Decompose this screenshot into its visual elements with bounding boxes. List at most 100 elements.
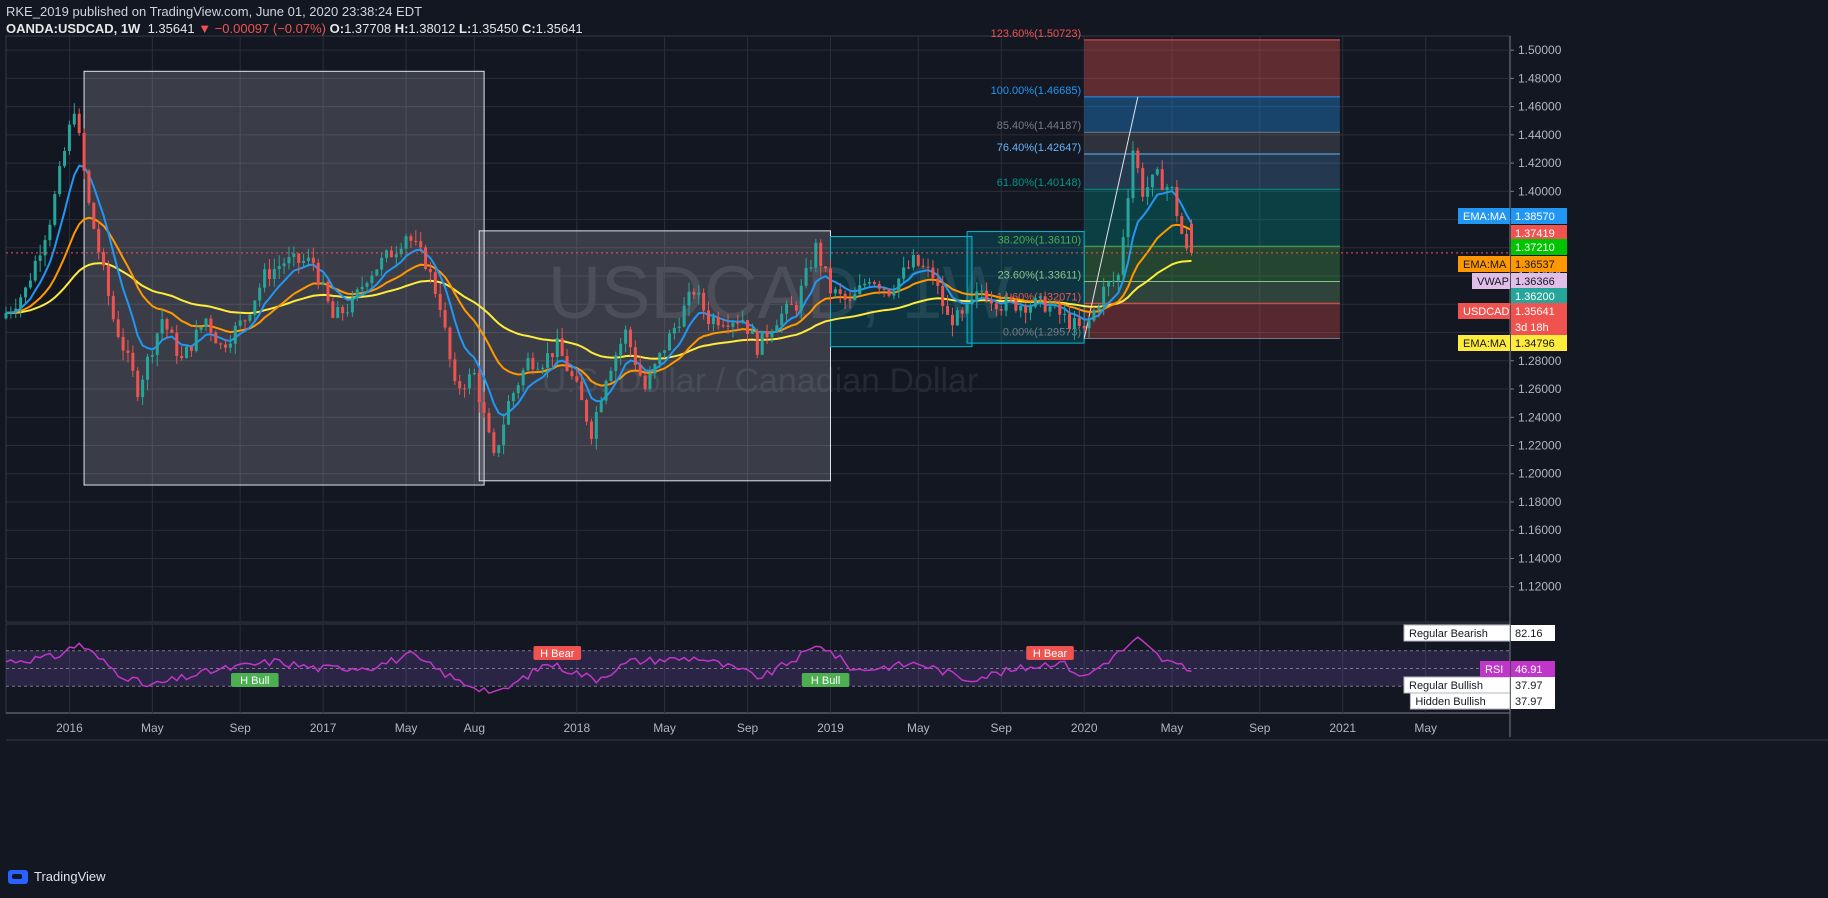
- candle-body: [907, 267, 911, 269]
- author-name[interactable]: RKE_2019: [6, 4, 69, 19]
- candle-body: [102, 252, 106, 266]
- candle-body: [916, 254, 920, 266]
- price-tag-value: 1.36200: [1515, 291, 1555, 303]
- candle-body: [1126, 198, 1130, 238]
- candle-body: [692, 291, 696, 295]
- candle-body: [1004, 297, 1008, 311]
- candle-body: [106, 265, 110, 296]
- candle-body: [321, 281, 325, 284]
- high-value: 1.38012: [408, 21, 456, 36]
- candle-body: [448, 327, 452, 360]
- candle-body: [1097, 306, 1101, 311]
- candle-body: [1072, 318, 1076, 329]
- candle-body: [360, 286, 364, 290]
- candle-body: [575, 376, 579, 382]
- divergence-label-text: H Bear: [540, 648, 575, 660]
- candle-body: [219, 343, 223, 345]
- candle-body: [458, 381, 462, 389]
- price-tag-label: EMA:MA: [1463, 259, 1507, 271]
- time-tick-label: 2018: [563, 721, 590, 735]
- candle-body: [555, 338, 559, 357]
- candle-body: [536, 369, 540, 371]
- candle-body: [624, 329, 628, 344]
- candle-body: [341, 307, 345, 314]
- candle-body: [1063, 313, 1067, 315]
- candle-body: [726, 325, 730, 327]
- price-tick-label: 1.46000: [1518, 100, 1562, 114]
- time-tick-label: Sep: [1249, 721, 1271, 735]
- price-tag-value: 1.36537: [1515, 259, 1555, 271]
- candle-body: [985, 290, 989, 301]
- candle-body: [711, 316, 715, 325]
- candle-body: [72, 113, 76, 125]
- candle-body: [750, 330, 754, 335]
- candle-body: [302, 260, 306, 263]
- candle-body: [541, 367, 545, 370]
- candle-body: [1185, 233, 1189, 249]
- symbol-label[interactable]: OANDA:USDCAD, 1W: [6, 21, 140, 36]
- tradingview-logo[interactable]: TradingView: [8, 869, 106, 884]
- candle-body: [1136, 150, 1140, 169]
- candle-body: [814, 242, 818, 268]
- candle-body: [150, 355, 154, 357]
- candle-body: [438, 293, 442, 311]
- candle-body: [828, 268, 832, 294]
- candle-body: [1068, 313, 1072, 329]
- candle-body: [467, 374, 471, 389]
- candle-body: [1160, 169, 1164, 191]
- candle-body: [780, 313, 784, 326]
- fib-band: [1084, 303, 1340, 339]
- candle-body: [736, 322, 740, 324]
- candle-body: [887, 289, 891, 296]
- price-tag-value: 1.36366: [1515, 276, 1555, 288]
- candle-body: [160, 319, 164, 334]
- divergence-label-text: H Bull: [811, 675, 840, 687]
- candle-body: [609, 370, 613, 381]
- close-value: 1.35641: [535, 21, 583, 36]
- candle-body: [453, 359, 457, 382]
- candle-body: [677, 326, 681, 328]
- candle-body: [794, 305, 798, 311]
- candle-body: [1014, 299, 1018, 311]
- candle-body: [999, 309, 1003, 311]
- time-tick-label: Sep: [229, 721, 251, 735]
- candle-body: [433, 272, 437, 294]
- candle-body: [292, 253, 296, 258]
- candle-body: [921, 265, 925, 267]
- candle-body: [565, 356, 569, 372]
- close-label: C:: [521, 21, 536, 36]
- candle-body: [131, 352, 135, 371]
- candle-body: [663, 350, 667, 353]
- box-drawing: [83, 70, 485, 486]
- price-change: ▼ −0.00097 (−0.07%): [198, 21, 326, 36]
- candle-body: [53, 194, 57, 225]
- candle-body: [848, 299, 852, 301]
- candle-body: [1053, 304, 1057, 307]
- candle-body: [1024, 306, 1028, 313]
- box-drawing: [478, 230, 831, 482]
- divergence-label-text: H Bear: [1033, 648, 1068, 660]
- candle-body: [1116, 274, 1120, 281]
- candle-body: [287, 257, 291, 264]
- candle-body: [414, 240, 418, 242]
- candle-body: [863, 283, 867, 286]
- price-chart[interactable]: 1.50000 1.48000 1.46000 1.44000 1.42000 1.400…: [0, 0, 1828, 898]
- time-tick-label: 2021: [1329, 721, 1356, 735]
- candle-body: [965, 304, 969, 314]
- candle-body: [472, 373, 476, 375]
- price-tag-label: EMA:MA: [1463, 211, 1507, 223]
- candle-body: [350, 297, 354, 313]
- candle-body: [658, 352, 662, 364]
- candle-body: [82, 133, 86, 171]
- candle-body: [960, 310, 964, 314]
- price-tick-label: 1.26000: [1518, 382, 1562, 396]
- candle-body: [111, 295, 115, 320]
- candle-body: [121, 336, 125, 351]
- candle-body: [643, 375, 647, 390]
- price-tick-label: 1.50000: [1518, 43, 1562, 57]
- candle-body: [126, 350, 130, 353]
- price-tag-value: 1.34796: [1515, 338, 1555, 350]
- candle-body: [853, 294, 857, 301]
- candle-body: [443, 310, 447, 328]
- candle-body: [638, 364, 642, 376]
